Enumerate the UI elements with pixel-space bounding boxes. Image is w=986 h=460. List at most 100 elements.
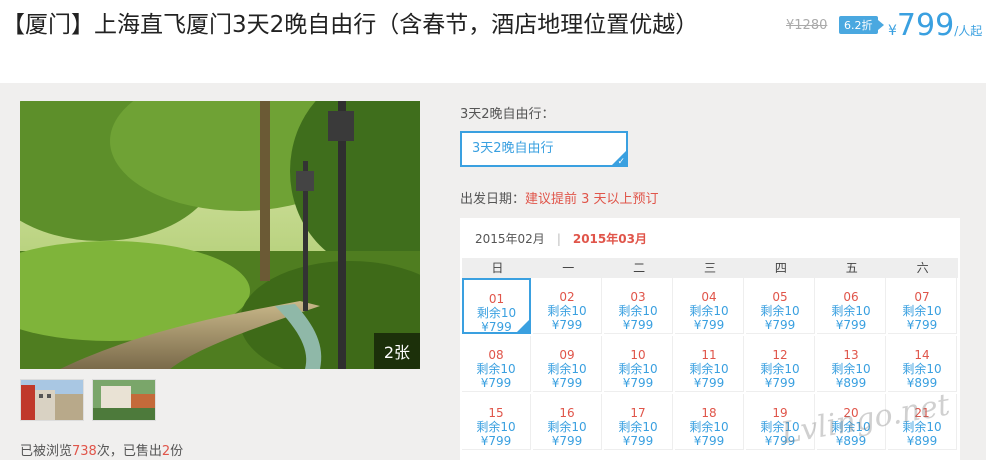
- remaining-seats: 剩余10: [760, 362, 800, 376]
- day-number: 17: [630, 406, 646, 420]
- main-photo[interactable]: 2张: [20, 101, 420, 369]
- calendar-day[interactable]: 05 剩余10 ¥799: [746, 278, 815, 334]
- building-thumbnail-image: [93, 380, 155, 420]
- calendar-day[interactable]: 15 剩余10 ¥799: [462, 394, 531, 450]
- calendar-day[interactable]: 18 剩余10 ¥799: [675, 394, 744, 450]
- calendar-day[interactable]: 13 剩余10 ¥899: [817, 336, 886, 392]
- views-prefix: 已被浏览: [20, 444, 73, 459]
- price-value: 799: [896, 8, 955, 43]
- day-number: 08: [488, 348, 504, 362]
- day-number: 09: [559, 348, 575, 362]
- departure-date-row: 出发日期：建议提前 3 天以上预订: [460, 188, 659, 207]
- calendar-day[interactable]: 12 剩余10 ¥799: [746, 336, 815, 392]
- remaining-seats: 剩余10: [689, 420, 729, 434]
- day-number: 16: [559, 406, 575, 420]
- day-price: ¥899: [835, 376, 867, 390]
- day-price: ¥799: [693, 376, 725, 390]
- view-sales-stats: 已被浏览738次，已售出2份: [20, 440, 183, 459]
- remaining-seats: 剩余10: [902, 362, 942, 376]
- day-number: 13: [843, 348, 859, 362]
- remaining-seats: 剩余10: [618, 420, 658, 434]
- weekday-mon: 一: [562, 261, 575, 275]
- price: ¥799/人起: [888, 8, 982, 43]
- day-number: 14: [914, 348, 930, 362]
- product-title: 【厦门】上海直飞厦门3天2晚自由行（含春节，酒店地理位置优越）: [2, 12, 699, 38]
- thumbnail-2[interactable]: [92, 379, 156, 421]
- day-number: 15: [488, 406, 504, 420]
- day-price: ¥899: [906, 434, 938, 448]
- remaining-seats: 剩余10: [547, 304, 587, 318]
- calendar-day[interactable]: 10 剩余10 ¥799: [604, 336, 673, 392]
- day-price: ¥799: [622, 376, 654, 390]
- route-label: 3天2晚自由行：: [460, 107, 555, 122]
- day-price: ¥799: [906, 318, 938, 332]
- day-number: 07: [914, 290, 930, 304]
- check-icon: ✓: [617, 157, 625, 167]
- calendar-day[interactable]: 16 剩余10 ¥799: [533, 394, 602, 450]
- month-tabs: 2015年02月 | 2015年03月: [475, 230, 647, 247]
- calendar-day[interactable]: 01 剩余10 ¥799: [462, 278, 531, 334]
- thumbnail-1[interactable]: [20, 379, 84, 421]
- calendar-day[interactable]: 03 剩余10 ¥799: [604, 278, 673, 334]
- remaining-seats: 剩余10: [476, 362, 516, 376]
- day-price: ¥799: [693, 318, 725, 332]
- weekday-fri: 五: [845, 261, 858, 275]
- day-price: ¥799: [622, 434, 654, 448]
- day-number: 04: [701, 290, 717, 304]
- day-price: ¥799: [480, 376, 512, 390]
- month-tab-feb[interactable]: 2015年02月: [475, 232, 545, 246]
- original-price: ¥1280: [786, 18, 828, 33]
- remaining-seats: 剩余10: [547, 362, 587, 376]
- calendar-day[interactable]: 02 剩余10 ¥799: [533, 278, 602, 334]
- calendar-day[interactable]: 14 剩余10 ¥899: [888, 336, 957, 392]
- weekday-sat: 六: [916, 261, 929, 275]
- remaining-seats: 剩余10: [476, 306, 517, 320]
- day-price: ¥799: [551, 434, 583, 448]
- day-number: 12: [772, 348, 788, 362]
- remaining-seats: 剩余10: [760, 304, 800, 318]
- month-tab-mar[interactable]: 2015年03月: [573, 232, 647, 246]
- day-number: 06: [843, 290, 859, 304]
- discount-badge: 6.2折: [839, 16, 883, 34]
- remaining-seats: 剩余10: [476, 420, 516, 434]
- route-option-button[interactable]: 3天2晚自由行 ✓: [460, 131, 628, 167]
- weekday-tue: 二: [633, 261, 646, 275]
- departure-label: 出发日期：: [460, 192, 526, 207]
- views-suffix: 次，已售出: [96, 444, 162, 459]
- street-thumbnail-image: [21, 380, 83, 420]
- sold-suffix: 份: [170, 444, 184, 459]
- day-price: ¥799: [480, 434, 512, 448]
- garden-path-image: [20, 101, 420, 369]
- selected-check-icon: [517, 320, 529, 332]
- calendar-day[interactable]: 17 剩余10 ¥799: [604, 394, 673, 450]
- remaining-seats: 剩余10: [831, 362, 871, 376]
- calendar-day[interactable]: 07 剩余10 ¥799: [888, 278, 957, 334]
- day-number: 01: [488, 292, 505, 306]
- remaining-seats: 剩余10: [547, 420, 587, 434]
- calendar-day[interactable]: 09 剩余10 ¥799: [533, 336, 602, 392]
- remaining-seats: 剩余10: [902, 304, 942, 318]
- booking-hint: 建议提前 3 天以上预订: [525, 192, 659, 207]
- route-option-label: 3天2晚自由行: [472, 141, 554, 156]
- calendar-day[interactable]: 11 剩余10 ¥799: [675, 336, 744, 392]
- month-separator: |: [556, 232, 561, 246]
- day-price: ¥799: [764, 376, 796, 390]
- day-price: ¥799: [693, 434, 725, 448]
- day-price: ¥799: [622, 318, 654, 332]
- remaining-seats: 剩余10: [831, 304, 871, 318]
- day-number: 11: [701, 348, 717, 362]
- day-number: 10: [630, 348, 646, 362]
- remaining-seats: 剩余10: [689, 304, 729, 318]
- calendar-day[interactable]: 04 剩余10 ¥799: [675, 278, 744, 334]
- sold-count: 2: [161, 444, 171, 459]
- remaining-seats: 剩余10: [618, 304, 658, 318]
- calendar-day[interactable]: 08 剩余10 ¥799: [462, 336, 531, 392]
- views-count: 738: [72, 444, 97, 459]
- day-price: ¥799: [764, 318, 796, 332]
- day-number: 18: [701, 406, 717, 420]
- price-unit: /人起: [954, 24, 983, 38]
- day-price: ¥799: [835, 318, 867, 332]
- day-number: 02: [559, 290, 575, 304]
- day-price: ¥799: [551, 318, 583, 332]
- calendar-day[interactable]: 06 剩余10 ¥799: [817, 278, 886, 334]
